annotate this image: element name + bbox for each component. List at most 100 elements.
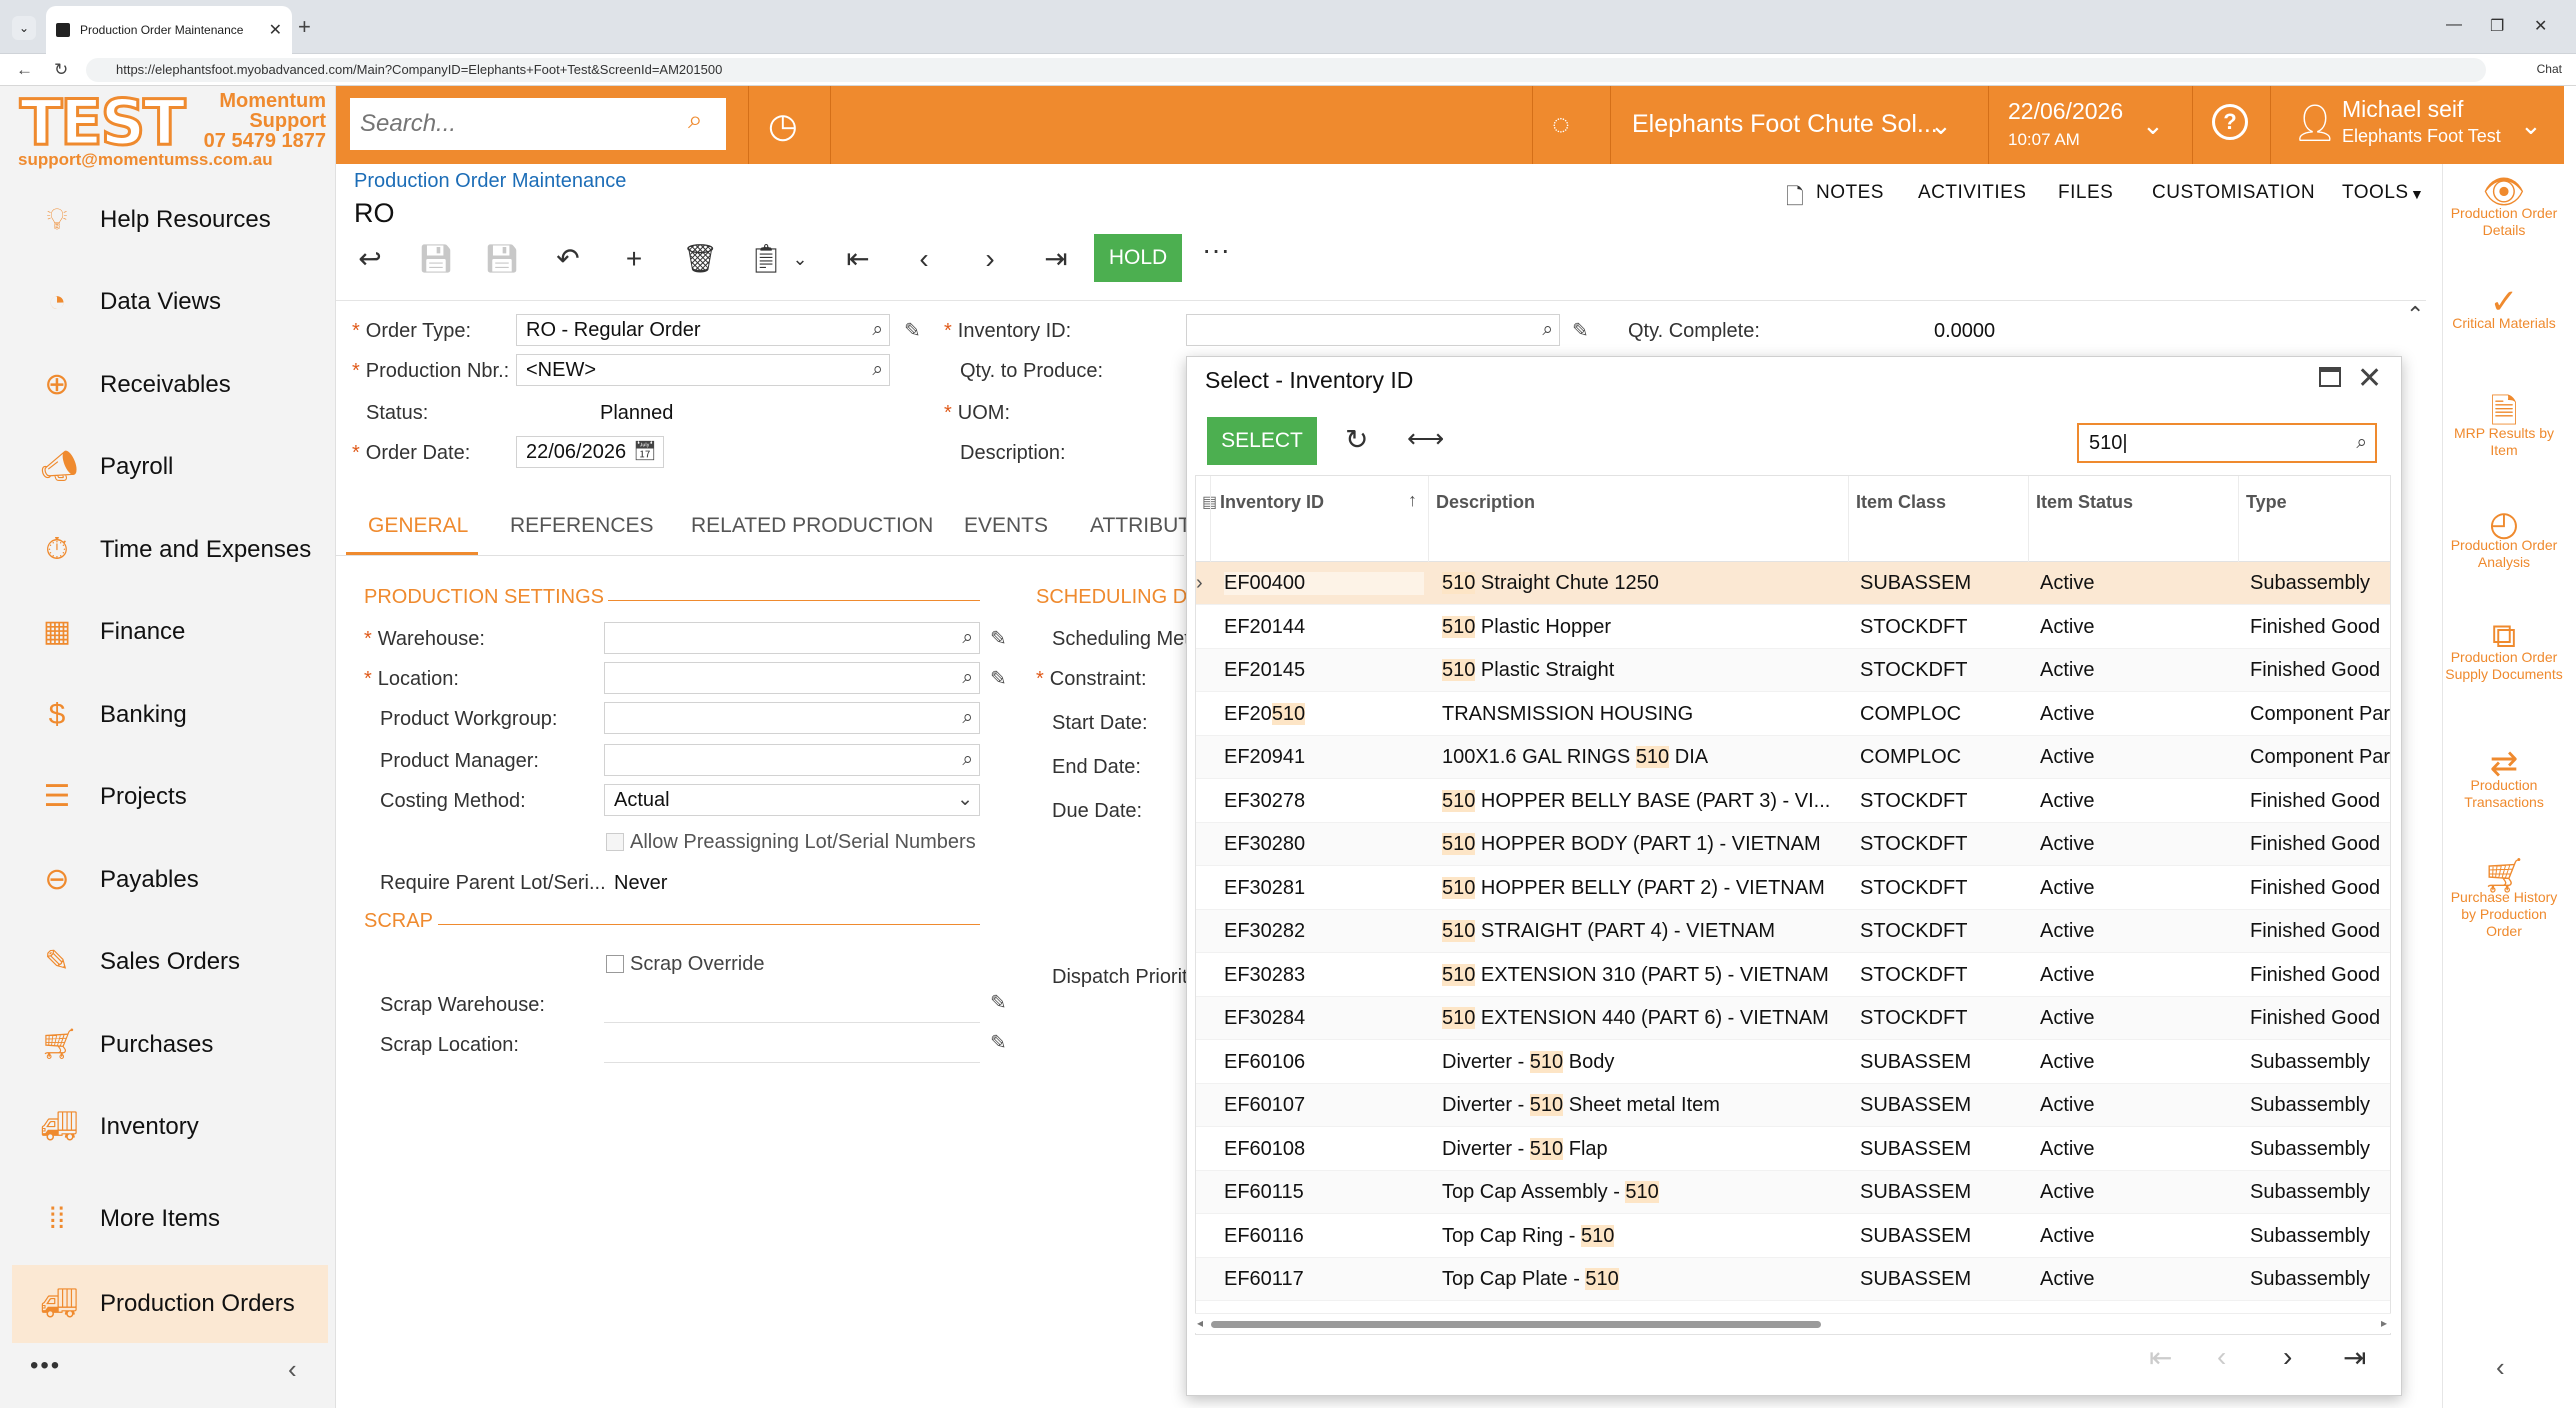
first-record-icon[interactable]: ⇤: [838, 236, 878, 282]
sidebar-item-receivables[interactable]: ⊕ Receivables: [12, 349, 328, 421]
calendar-icon[interactable]: 📅︎: [633, 437, 657, 467]
production-transactions-link[interactable]: ⇄ Production Transactions: [2443, 747, 2565, 811]
delete-icon[interactable]: 🗑︎: [680, 236, 720, 282]
edit-pencil-icon[interactable]: ✎: [990, 666, 1007, 691]
notes-link[interactable]: NOTES: [1816, 182, 1884, 204]
table-row[interactable]: EF60106 Diverter - 510 Body SUBASSEM Active…: [1196, 1041, 2390, 1084]
sidebar-item-production-orders[interactable]: 🚚︎ Production Orders: [12, 1265, 328, 1343]
chevron-down-icon[interactable]: ⌄: [1930, 110, 1952, 141]
cancel-icon[interactable]: ↩: [350, 236, 390, 282]
mrp-results-link[interactable]: 🗎︎ MRP Results by Item: [2443, 395, 2565, 459]
production-order-analysis-link[interactable]: ◴ Production Order Analysis: [2443, 507, 2565, 571]
table-row[interactable]: EF20941 100X1.6 GAL RINGS 510 DIA COMPLOC A…: [1196, 736, 2390, 779]
tab-references[interactable]: REFERENCES: [510, 514, 654, 538]
sidebar-item-sales-orders[interactable]: ✎ Sales Orders: [12, 926, 328, 998]
production-nbr-field[interactable]: <NEW> ⌕: [516, 354, 890, 386]
column-header-description[interactable]: Description: [1436, 492, 1535, 513]
search-icon[interactable]: ⌕: [962, 703, 973, 733]
maximize-icon[interactable]: [2319, 367, 2341, 387]
save-icon[interactable]: 💾︎: [482, 236, 522, 282]
collapse-header-icon[interactable]: ⌃: [2406, 302, 2424, 328]
tools-menu[interactable]: TOOLS: [2342, 182, 2409, 204]
table-row[interactable]: EF60116 Top Cap Ring - 510 SUBASSEM Active S…: [1196, 1215, 2390, 1258]
product-workgroup-field[interactable]: ⌕: [604, 702, 980, 734]
costing-method-select[interactable]: Actual ⌄: [604, 784, 980, 816]
chevron-down-icon[interactable]: ⌄: [2520, 110, 2542, 141]
scrap-location-field[interactable]: [604, 1062, 980, 1063]
location-field[interactable]: ⌕: [604, 662, 980, 694]
tab-related-production[interactable]: RELATED PRODUCTION: [691, 514, 933, 538]
window-close-icon[interactable]: ✕: [2534, 16, 2547, 36]
restore-icon[interactable]: ❐: [2490, 16, 2504, 36]
table-row[interactable]: EF20510 TRANSMISSION HOUSING COMPLOC Active…: [1196, 693, 2390, 736]
url-input[interactable]: https://elephantsfoot.myobadvanced.com/M…: [86, 58, 2486, 82]
tab-general[interactable]: GENERAL: [368, 514, 468, 538]
help-icon[interactable]: ?: [2212, 104, 2248, 140]
edit-pencil-icon[interactable]: ✎: [990, 1030, 1007, 1055]
supply-documents-link[interactable]: ⧉ Production Order Supply Documents: [2443, 619, 2565, 683]
table-row[interactable]: EF30280 510 HOPPER BODY (PART 1) - VIETNA…: [1196, 823, 2390, 866]
edit-pencil-icon[interactable]: ✎: [990, 626, 1007, 651]
search-icon[interactable]: ⌕: [2356, 425, 2367, 461]
search-icon[interactable]: ⌕: [962, 623, 973, 653]
table-row[interactable]: EF30281 510 HOPPER BELLY (PART 2) - VIETN…: [1196, 867, 2390, 910]
user-name[interactable]: Michael seif: [2342, 96, 2463, 123]
search-input[interactable]: [350, 98, 726, 150]
search-icon[interactable]: ⌕: [1542, 315, 1553, 345]
sidebar-item-more-items[interactable]: ⁞⁞ More Items: [12, 1183, 328, 1255]
search-icon[interactable]: ⌕: [962, 745, 973, 775]
scroll-right-icon[interactable]: ▸: [2381, 1316, 2387, 1330]
scrollbar-thumb[interactable]: [1211, 1321, 1821, 1328]
close-icon[interactable]: ✕: [2357, 361, 2382, 396]
sidebar-collapse-icon[interactable]: ‹: [288, 1354, 297, 1385]
order-type-field[interactable]: RO - Regular Order ⌕: [516, 314, 890, 346]
chevron-down-icon[interactable]: ⌄: [957, 785, 973, 815]
table-row[interactable]: EF20145 510 Plastic Straight STOCKDFT Activ…: [1196, 649, 2390, 692]
critical-materials-link[interactable]: ✓ Critical Materials: [2443, 285, 2565, 332]
sidebar-item-time-and-expenses[interactable]: ⏱︎ Time and Expenses: [12, 514, 328, 586]
customisation-link[interactable]: CUSTOMISATION: [2152, 182, 2315, 204]
table-row[interactable]: EF60107 Diverter - 510 Sheet metal Item SU…: [1196, 1084, 2390, 1127]
sidebar-item-payables[interactable]: ⊖ Payables: [12, 844, 328, 916]
column-header-item-status[interactable]: Item Status: [2036, 492, 2133, 513]
sidebar-item-purchases[interactable]: 🛒︎ Purchases: [12, 1009, 328, 1081]
table-row[interactable]: EF30283 510 EXTENSION 310 (PART 5) - VIET…: [1196, 954, 2390, 997]
search-icon[interactable]: ⌕: [688, 104, 703, 136]
history-icon[interactable]: ◷: [768, 106, 798, 146]
last-record-icon[interactable]: ⇥: [1036, 236, 1076, 282]
search-icon[interactable]: ⌕: [872, 355, 883, 385]
column-header-inventory-id[interactable]: Inventory ID: [1220, 492, 1324, 513]
add-icon[interactable]: +: [614, 236, 654, 282]
sidebar-item-help-resources[interactable]: 💡︎ Help Resources: [12, 184, 328, 256]
scrap-warehouse-field[interactable]: [604, 1022, 980, 1023]
table-row[interactable]: EF60108 Diverter - 510 Flap SUBASSEM Active…: [1196, 1128, 2390, 1171]
activities-link[interactable]: ACTIVITIES: [1918, 182, 2026, 204]
close-tab-icon[interactable]: ✕: [269, 20, 282, 40]
hold-button[interactable]: HOLD: [1094, 234, 1182, 282]
select-button[interactable]: SELECT: [1207, 417, 1317, 465]
scrap-override-checkbox[interactable]: [606, 955, 624, 973]
sidebar-item-payroll[interactable]: 📣︎ Payroll: [12, 431, 328, 503]
edit-pencil-icon[interactable]: ✎: [990, 990, 1007, 1015]
search-icon[interactable]: ⌕: [962, 663, 973, 693]
edit-pencil-icon[interactable]: ✎: [904, 318, 921, 343]
save-close-icon[interactable]: 💾︎: [416, 236, 456, 282]
first-page-icon[interactable]: ⇤: [2149, 1341, 2172, 1374]
table-row[interactable]: EF20144 510 Plastic Hopper STOCKDFT Active F…: [1196, 606, 2390, 649]
previous-page-icon[interactable]: ‹: [2217, 1341, 2226, 1373]
previous-record-icon[interactable]: ‹: [904, 236, 944, 282]
order-date-field[interactable]: 22/06/2026 📅︎: [516, 436, 664, 468]
purchase-history-link[interactable]: 🛒︎ Purchase History by Production Order: [2443, 859, 2565, 940]
back-icon[interactable]: ←: [16, 60, 33, 80]
table-row[interactable]: EF60117 Top Cap Plate - 510 SUBASSEM Active…: [1196, 1258, 2390, 1301]
edit-pencil-icon[interactable]: ✎: [1572, 318, 1589, 343]
reload-icon[interactable]: ↻: [54, 60, 68, 80]
product-manager-field[interactable]: ⌕: [604, 744, 980, 776]
allow-preassign-checkbox[interactable]: [606, 833, 624, 851]
new-tab-icon[interactable]: +: [298, 14, 311, 40]
chat-icon[interactable]: ◌: [1552, 108, 1570, 142]
inventory-id-field[interactable]: ⌕: [1186, 314, 1560, 346]
files-link[interactable]: FILES: [2058, 182, 2113, 204]
tab-events[interactable]: EVENTS: [964, 514, 1048, 538]
dialog-search-input[interactable]: 510| ⌕: [2077, 423, 2377, 463]
